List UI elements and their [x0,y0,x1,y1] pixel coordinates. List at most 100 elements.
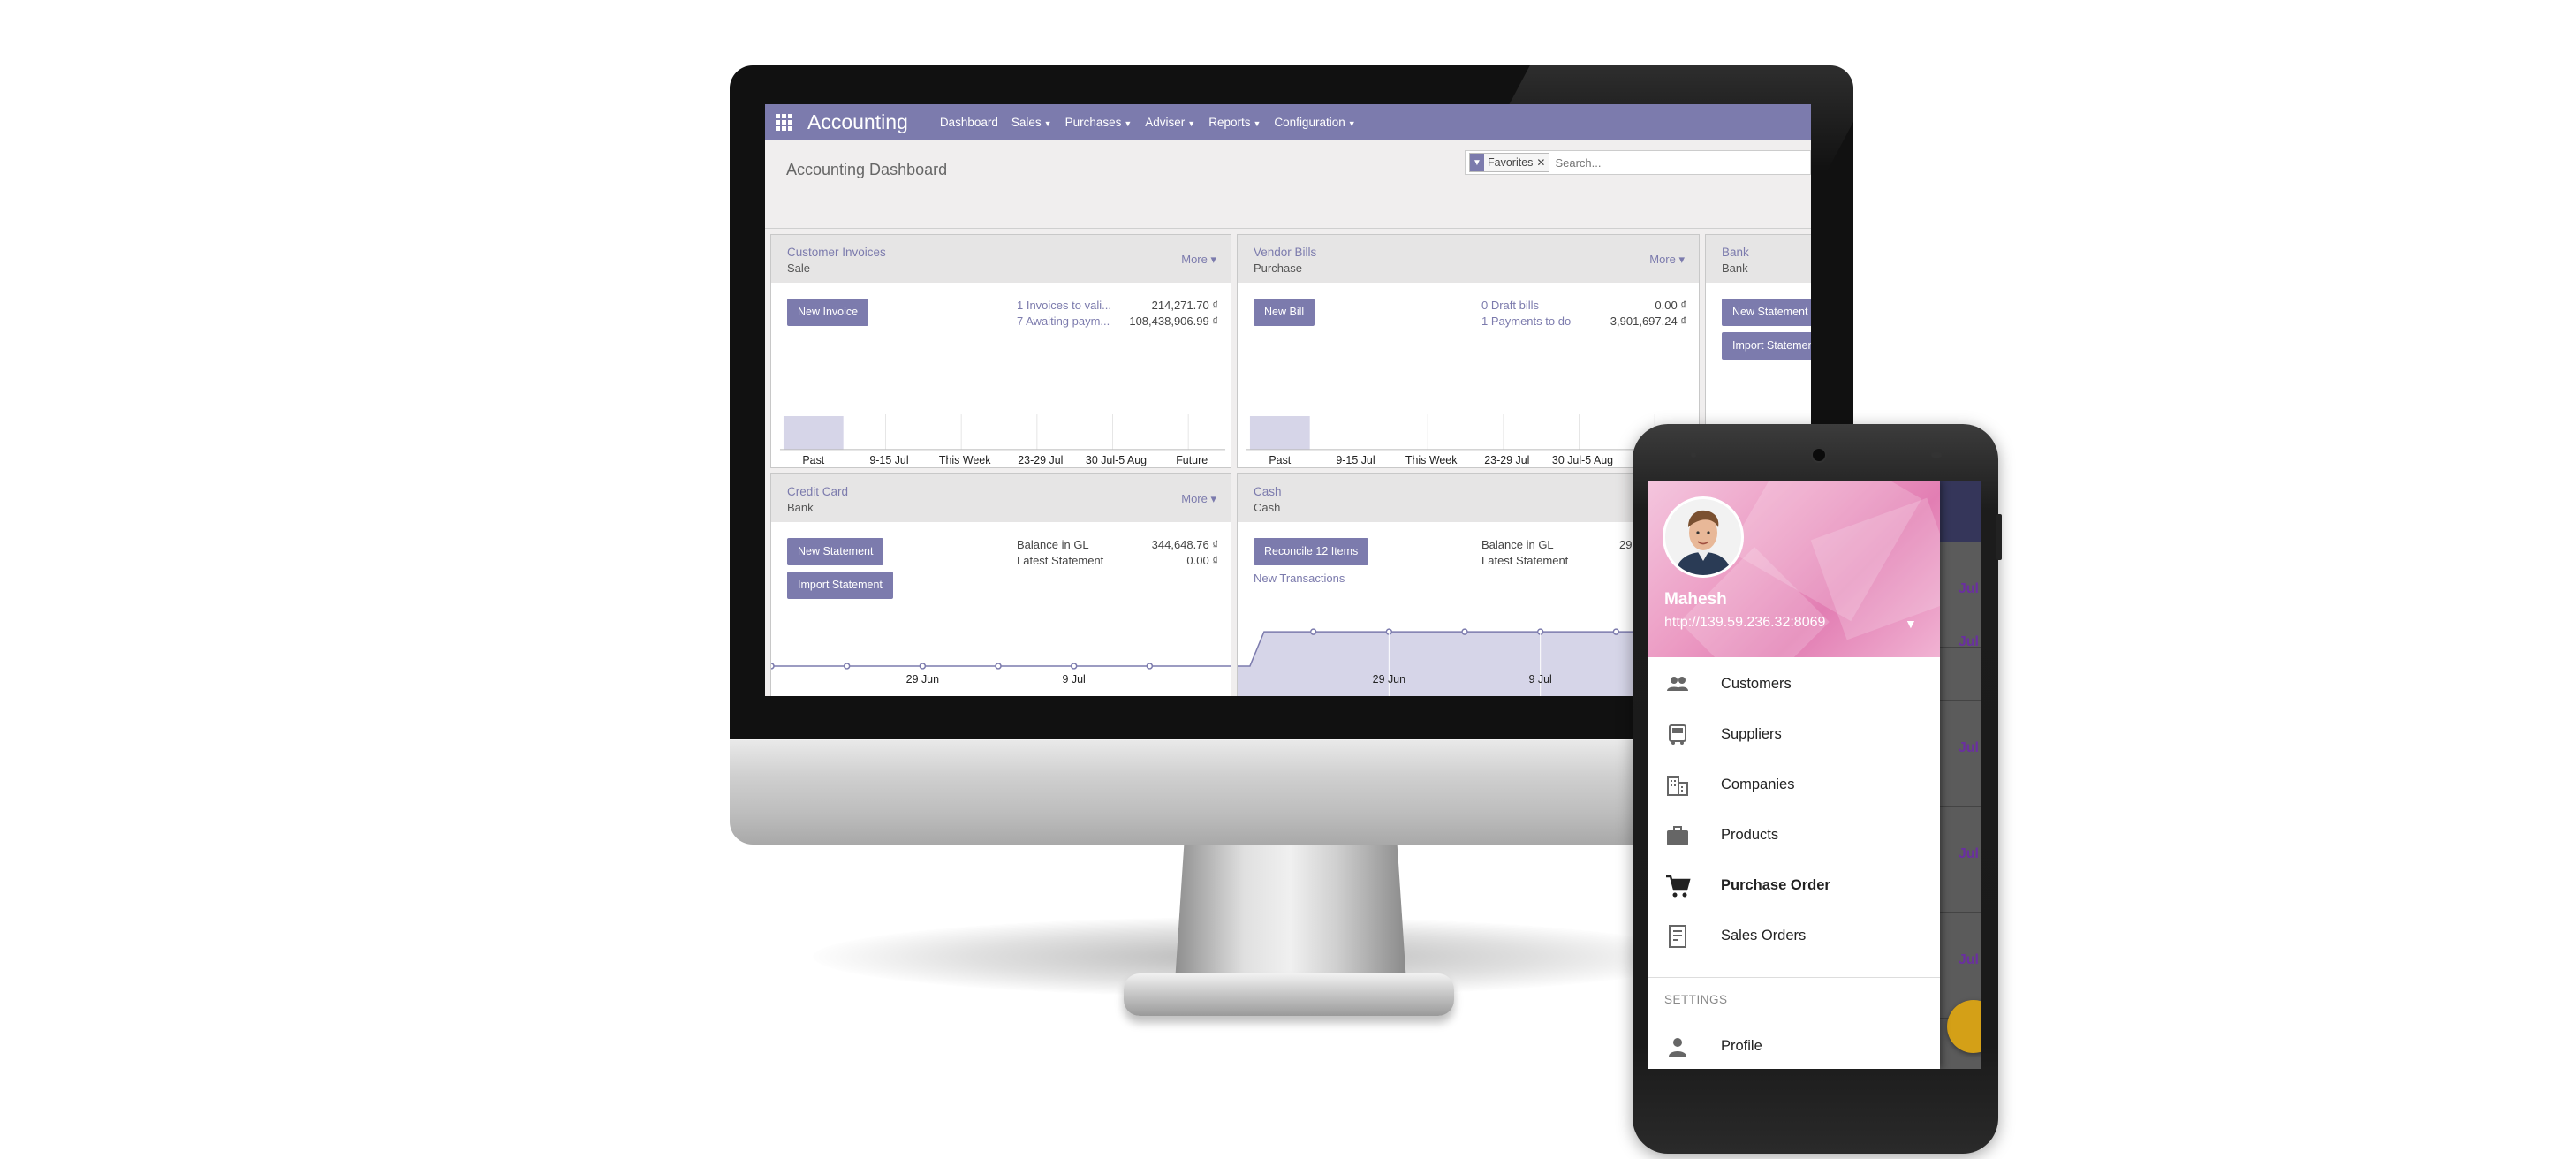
caret-down-icon: ▼ [1043,118,1052,128]
latest-statement-label: Latest Statement [1481,554,1569,567]
nav-item-companies[interactable]: Companies [1648,760,1940,810]
caret-down-icon: ▼ [1187,118,1196,128]
drawer-divider [1648,977,1940,978]
reconcile-items-button[interactable]: Reconcile 12 Items [1254,538,1369,565]
tick-label: 9 Jul [1529,673,1552,686]
menu-sales[interactable]: Sales ▼ [1011,116,1052,129]
receipt-icon [1669,925,1686,948]
balance-in-gl-label: Balance in GL [1481,538,1554,551]
tick-label: This Week [1405,454,1458,466]
new-statement-button[interactable]: New Statement [1722,299,1811,326]
invoices-bar-chart: Past 9-15 Jul This Week 23-29 Jul 30 Jul… [779,414,1226,466]
filter-icon: ▼ [1470,154,1484,171]
card-title[interactable]: Customer Invoices [787,246,886,259]
phone-camera [1691,452,1696,458]
tick-label: 23-29 Jul [1018,454,1063,466]
monitor-stand-foot [1124,973,1454,1016]
draft-bills-link[interactable]: 0 Draft bills [1481,299,1539,312]
import-statement-button[interactable]: Import Statement [1722,332,1811,360]
journal-card-credit-card: Credit Card Bank More ▾ New Statement Im… [770,473,1231,696]
card-title[interactable]: Vendor Bills [1254,246,1316,259]
latest-statement-amount: 0.00 ₫ [1186,554,1218,567]
phone-screen: Jul Jul Jul Jul Jul Mahesh http://139.59… [1648,481,1981,1069]
tick-label: Past [802,454,824,466]
awaiting-payment-link[interactable]: 7 Awaiting paym... [1017,314,1110,328]
phone-side-button [1996,514,2002,560]
invoices-to-validate-link[interactable]: 1 Invoices to vali... [1017,299,1111,312]
new-statement-button[interactable]: New Statement [787,538,884,565]
tick-label: Past [1269,454,1291,466]
account-dropdown-icon[interactable]: ▼ [1905,617,1917,631]
server-url: http://139.59.236.32:8069 [1664,615,1826,630]
nav-item-purchase-order[interactable]: Purchase Order [1648,860,1940,911]
tick-label: 9-15 Jul [1336,454,1375,466]
balance-in-gl-amount: 344,648.76 ₫ [1151,538,1218,551]
journal-card-cash: Cash Cash Reconcile 12 Items New Transac… [1237,473,1700,696]
tick-label: 29 Jun [906,673,939,686]
tick-label: 30 Jul-5 Aug [1552,454,1613,466]
building-icon [1667,776,1688,796]
menu-reports[interactable]: Reports ▼ [1208,116,1261,129]
list-item[interactable]: Jul [1940,595,1981,701]
balance-in-gl-label: Balance in GL [1017,538,1089,551]
nav-item-suppliers[interactable]: Suppliers [1648,709,1940,760]
card-subtitle: Cash [1254,501,1281,514]
new-bill-button[interactable]: New Bill [1254,299,1315,326]
menu-configuration[interactable]: Configuration ▼ [1274,116,1355,129]
background-app-list: Jul Jul Jul Jul Jul [1940,481,1981,1069]
journal-card-vendor-bills: Vendor Bills Purchase More ▾ New Bill 0 … [1237,234,1700,468]
app-title: Accounting [807,110,908,133]
user-name: Mahesh [1664,590,1727,609]
tick-label: 9 Jul [1063,673,1086,686]
tick-label: Future [1176,454,1208,466]
briefcase-icon [1667,826,1688,845]
menu-purchases[interactable]: Purchases ▼ [1065,116,1133,129]
caret-down-icon: ▼ [1253,118,1261,128]
card-subtitle: Bank [1722,261,1748,275]
card-subtitle: Bank [787,501,814,514]
more-dropdown[interactable]: More ▾ [1181,492,1216,506]
draft-bills-amount: 0.00 ₫ [1655,299,1686,312]
more-dropdown[interactable]: More ▾ [1649,253,1685,267]
payments-to-do-link[interactable]: 1 Payments to do [1481,314,1571,328]
list-item[interactable]: Jul [1940,701,1981,807]
new-invoice-button[interactable]: New Invoice [787,299,869,326]
card-title[interactable]: Credit Card [787,485,848,498]
import-statement-button[interactable]: Import Statement [787,572,893,599]
drawer-header: Mahesh http://139.59.236.32:8069 ▼ [1648,481,1940,657]
card-subtitle: Sale [787,261,811,275]
tick-label: This Week [939,454,991,466]
person-icon [1669,1038,1686,1057]
more-dropdown[interactable]: More ▾ [1181,253,1216,267]
credit-card-line-chart: 29 Jun 9 Jul [771,663,1231,686]
cart-icon [1666,875,1691,898]
close-icon[interactable]: ✕ [1536,156,1549,169]
list-item[interactable]: Jul [1940,807,1981,913]
people-icon [1667,677,1688,691]
nav-item-profile[interactable]: Profile [1648,1021,1940,1069]
search-input[interactable] [1553,155,1778,170]
new-transactions-link[interactable]: New Transactions [1254,572,1345,585]
nav-item-customers[interactable]: Customers [1648,659,1940,709]
monitor-stand-neck [1175,843,1406,982]
control-panel: Accounting Dashboard ▼ Favorites ✕ [765,140,1811,229]
tick-label: 9-15 Jul [869,454,908,466]
card-title[interactable]: Bank [1722,246,1749,259]
card-title[interactable]: Cash [1254,485,1282,498]
menu-adviser[interactable]: Adviser ▼ [1145,116,1195,129]
phone-speaker [1811,447,1827,463]
search-facet[interactable]: ▼ Favorites ✕ [1469,153,1550,172]
truck-icon [1669,724,1686,745]
avatar[interactable] [1663,496,1744,578]
nav-item-sales-orders[interactable]: Sales Orders [1648,911,1940,961]
nav-item-products[interactable]: Products [1648,810,1940,860]
background-appbar [1940,481,1981,542]
menu-dashboard[interactable]: Dashboard [940,116,998,129]
search-box[interactable]: ▼ Favorites ✕ [1465,150,1811,175]
payments-to-do-amount: 3,901,697.24 ₫ [1610,314,1686,328]
cash-area-chart: 29 Jun 9 Jul [1238,628,1699,696]
apps-grid-icon[interactable] [776,112,795,132]
caret-down-icon: ▼ [1347,118,1356,128]
settings-section-label: SETTINGS [1664,993,1728,1006]
phone-sensor [1931,452,1942,458]
